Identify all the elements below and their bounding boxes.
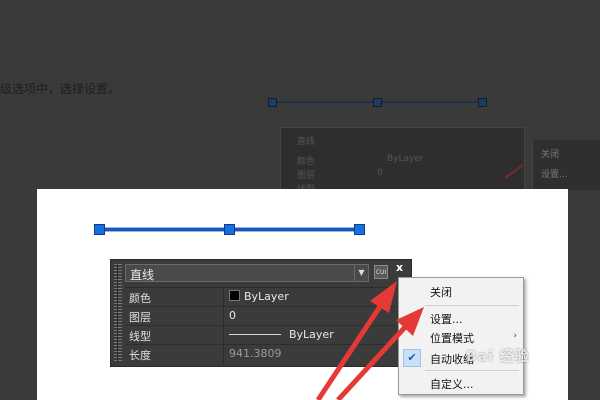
watermark-logo: Bai 经验 [466,349,530,365]
annotation-arrows [315,164,524,400]
arrowhead-icon [370,281,397,313]
background-arrow [504,164,524,179]
annotation-arrow-upper [336,323,409,400]
